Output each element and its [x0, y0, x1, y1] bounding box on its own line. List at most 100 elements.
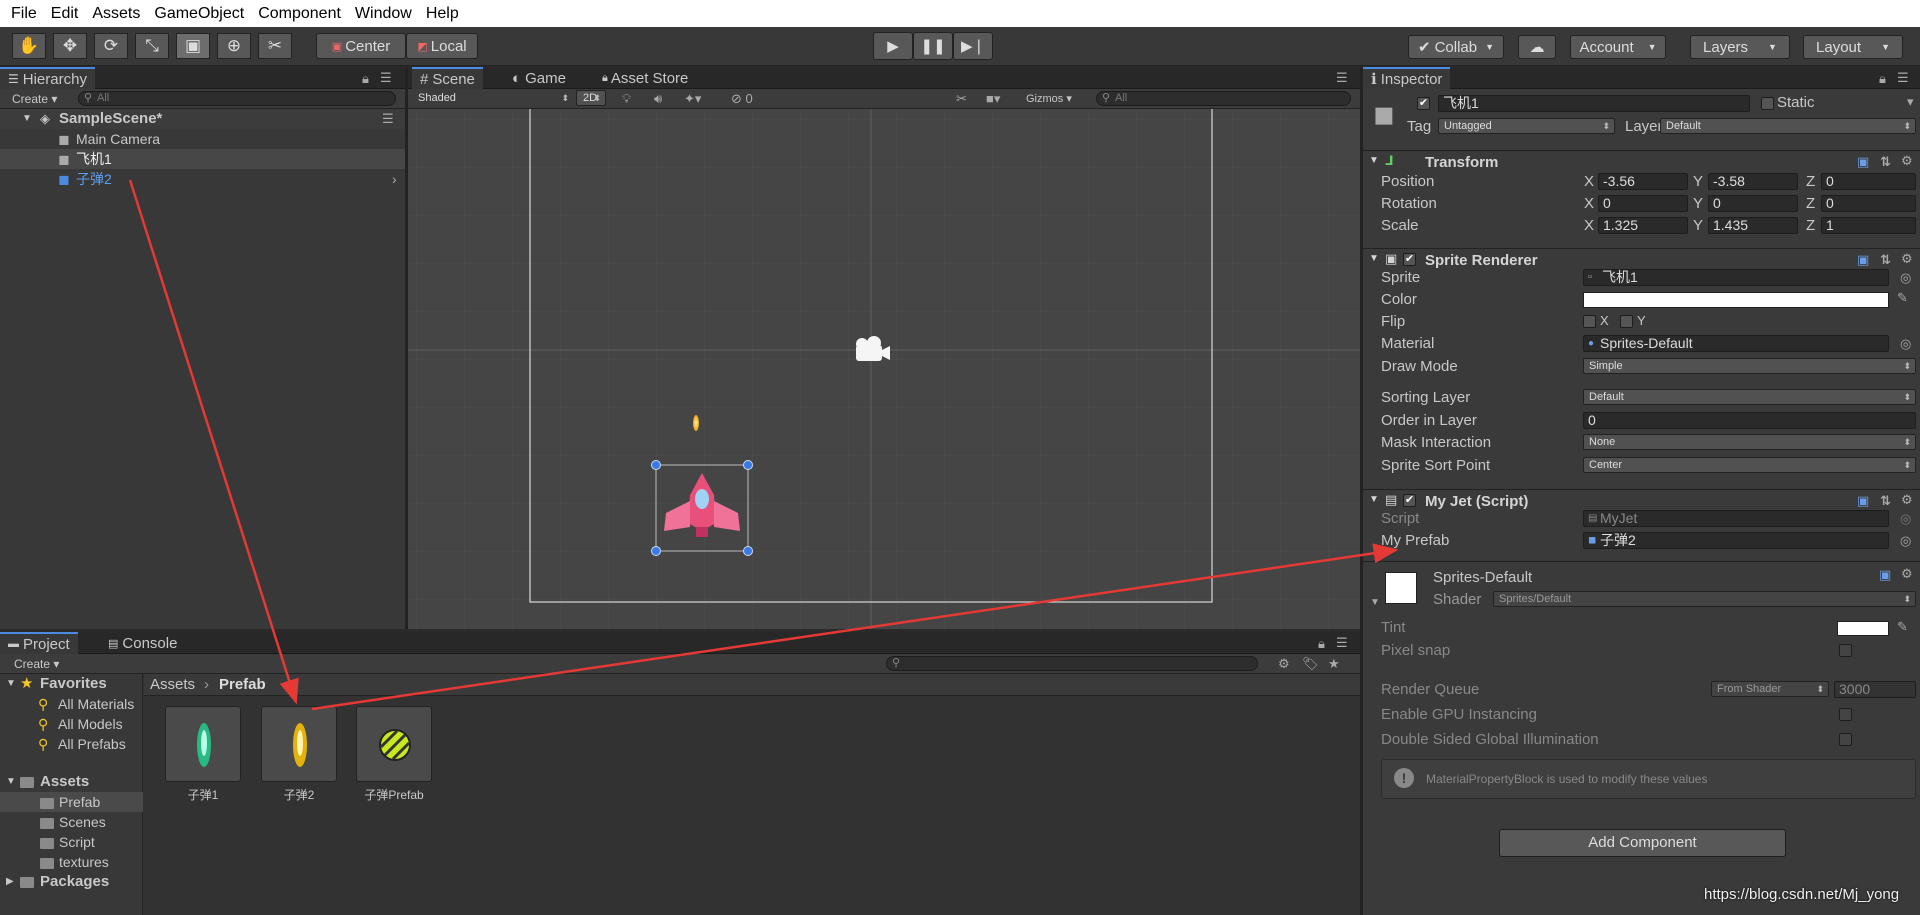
- rotation-y-field[interactable]: 0: [1708, 195, 1798, 212]
- account-button[interactable]: Account ▼: [1570, 35, 1666, 59]
- my-prefab-field[interactable]: ◼ 子弹2: [1583, 532, 1889, 549]
- rotate-tool-icon[interactable]: ⟳: [94, 33, 128, 59]
- sprite-renderer-header[interactable]: ▼ ▣ ✔ Sprite Renderer ▣ ⇅ ⚙: [1363, 248, 1920, 270]
- mask-interaction-dropdown[interactable]: None: [1583, 434, 1916, 450]
- expand-arrow-icon[interactable]: ▼: [6, 674, 16, 694]
- rotation-x-field[interactable]: 0: [1598, 195, 1688, 212]
- draw-mode-dropdown[interactable]: Simple: [1583, 358, 1916, 374]
- expand-arrow-icon[interactable]: ▼: [6, 772, 16, 792]
- asset-thumb-bullet-prefab[interactable]: [356, 706, 432, 782]
- presets-icon[interactable]: ⇅: [1880, 252, 1891, 268]
- object-name-field[interactable]: 飞机1: [1438, 95, 1750, 112]
- folder-textures[interactable]: textures: [0, 852, 143, 872]
- sprite-renderer-enabled-checkbox[interactable]: ✔: [1403, 253, 1416, 266]
- tab-game[interactable]: ◐ Game: [504, 67, 574, 89]
- object-picker-icon[interactable]: ◎: [1900, 336, 1911, 352]
- sorting-layer-dropdown[interactable]: Default: [1583, 389, 1916, 405]
- move-tool-icon[interactable]: ✥: [53, 33, 87, 59]
- flip-y-checkbox[interactable]: [1620, 315, 1633, 328]
- static-checkbox[interactable]: [1761, 97, 1774, 110]
- breadcrumb-assets[interactable]: Assets: [150, 674, 195, 696]
- tab-scene[interactable]: # Scene: [412, 67, 483, 89]
- assets-node[interactable]: ▼ Assets: [0, 772, 143, 792]
- static-dropdown-icon[interactable]: ▾: [1907, 94, 1914, 110]
- folder-scenes[interactable]: Scenes: [0, 812, 143, 832]
- material-field[interactable]: ● Sprites-Default: [1583, 335, 1889, 352]
- packages-node[interactable]: ▶ Packages: [0, 872, 143, 892]
- menu-gameobject[interactable]: GameObject: [147, 5, 251, 23]
- gizmos-dropdown[interactable]: Gizmos ▾: [1026, 92, 1072, 105]
- menu-file[interactable]: File: [4, 5, 44, 23]
- position-x-field[interactable]: -3.56: [1598, 173, 1688, 190]
- expand-arrow-icon[interactable]: ▼: [1369, 494, 1379, 505]
- active-checkbox[interactable]: ✔: [1417, 97, 1430, 110]
- scale-z-field[interactable]: 1: [1821, 217, 1916, 234]
- tab-hierarchy[interactable]: ☰ Hierarchy: [0, 67, 95, 89]
- eyedropper-icon[interactable]: ✎: [1897, 290, 1908, 306]
- tag-dropdown[interactable]: Untagged: [1438, 118, 1615, 134]
- panel-menu-icon[interactable]: ☰: [1336, 635, 1348, 651]
- menu-edit[interactable]: Edit: [44, 5, 86, 23]
- project-search-input[interactable]: [886, 656, 1258, 671]
- shading-mode-dropdown[interactable]: Shaded: [413, 91, 573, 107]
- favorite-all-models[interactable]: ⚲ All Models: [0, 714, 143, 734]
- rotation-z-field[interactable]: 0: [1821, 195, 1916, 212]
- favorite-star-icon[interactable]: ★: [1328, 656, 1340, 672]
- help-book-icon[interactable]: ▣: [1857, 252, 1869, 268]
- expand-arrow-icon[interactable]: ▼: [1370, 597, 1380, 608]
- menu-component[interactable]: Component: [251, 5, 348, 23]
- presets-icon[interactable]: ⇅: [1880, 154, 1891, 170]
- scene-root-item[interactable]: ▼ ◈ SampleScene* ☰: [0, 109, 405, 129]
- effects-icon[interactable]: ✦▾: [684, 91, 701, 107]
- lighting-icon[interactable]: 💡︎: [622, 91, 631, 107]
- layout-dropdown[interactable]: Layout ▼: [1803, 35, 1903, 59]
- audio-icon[interactable]: 🔊︎: [654, 91, 662, 107]
- sprite-field[interactable]: ▫ 飞机1: [1583, 269, 1889, 286]
- myjet-script-header[interactable]: ▼ ▤ ✔ My Jet (Script) ▣ ⇅ ⚙: [1363, 489, 1920, 511]
- cloud-button[interactable]: ☁: [1518, 35, 1556, 59]
- hierarchy-item-bullet2[interactable]: ◼ 子弹2 ›: [0, 169, 405, 189]
- asset-thumb-bullet1[interactable]: [165, 706, 241, 782]
- pause-button[interactable]: ❚❚: [913, 32, 953, 60]
- menu-window[interactable]: Window: [348, 5, 419, 23]
- camera-icon[interactable]: ■▾: [986, 91, 1000, 107]
- rect-tool-icon[interactable]: ▣: [176, 33, 210, 59]
- scale-x-field[interactable]: 1.325: [1598, 217, 1688, 234]
- lock-icon[interactable]: 🔒︎: [362, 71, 369, 87]
- lock-icon[interactable]: 🔒︎: [1879, 71, 1886, 87]
- scene-menu-icon[interactable]: ☰: [382, 109, 394, 129]
- hierarchy-item-plane1[interactable]: ◼ 飞机1: [0, 149, 405, 169]
- position-z-field[interactable]: 0: [1821, 173, 1916, 190]
- collapse-arrow-icon[interactable]: ▶: [6, 872, 14, 892]
- gear-icon[interactable]: ⚙: [1901, 566, 1913, 582]
- flip-x-checkbox[interactable]: [1583, 315, 1596, 328]
- layers-dropdown[interactable]: Layers ▼: [1690, 35, 1790, 59]
- tab-console[interactable]: ▤ Console: [100, 632, 185, 654]
- expand-arrow-icon[interactable]: ▼: [1369, 155, 1379, 166]
- panel-menu-icon[interactable]: ☰: [1336, 70, 1348, 86]
- transform-header[interactable]: ▼ ⅃ Transform ▣ ⇅ ⚙: [1363, 150, 1920, 172]
- gear-icon[interactable]: ⚙: [1901, 153, 1913, 169]
- filter-label-icon[interactable]: 🏷︎: [1302, 656, 1319, 672]
- help-book-icon[interactable]: ▣: [1857, 493, 1869, 509]
- asset-thumb-bullet2[interactable]: [261, 706, 337, 782]
- scale-y-field[interactable]: 1.435: [1708, 217, 1798, 234]
- sprite-sort-point-dropdown[interactable]: Center: [1583, 457, 1916, 473]
- pivot-local-button[interactable]: ◩ Local: [406, 33, 478, 59]
- step-button[interactable]: ▶❘: [953, 32, 993, 60]
- presets-icon[interactable]: ⇅: [1880, 493, 1891, 509]
- menu-assets[interactable]: Assets: [85, 5, 147, 23]
- object-picker-icon[interactable]: ◎: [1900, 533, 1911, 549]
- add-component-button[interactable]: Add Component: [1499, 829, 1786, 857]
- scale-tool-icon[interactable]: ⤡: [135, 33, 169, 59]
- mode-2d-toggle[interactable]: 2D: [576, 90, 606, 106]
- panel-menu-icon[interactable]: ☰: [380, 70, 392, 86]
- transform-tool-icon[interactable]: ⊕: [217, 33, 251, 59]
- position-y-field[interactable]: -3.58: [1708, 173, 1798, 190]
- scene-search-input[interactable]: All: [1096, 91, 1351, 106]
- hierarchy-item-main-camera[interactable]: ◼ Main Camera: [0, 129, 405, 149]
- play-button[interactable]: ▶: [873, 32, 913, 60]
- layer-dropdown[interactable]: Default: [1660, 118, 1916, 134]
- tab-project[interactable]: ▬ Project: [0, 632, 78, 654]
- chevron-right-icon[interactable]: ›: [392, 169, 397, 189]
